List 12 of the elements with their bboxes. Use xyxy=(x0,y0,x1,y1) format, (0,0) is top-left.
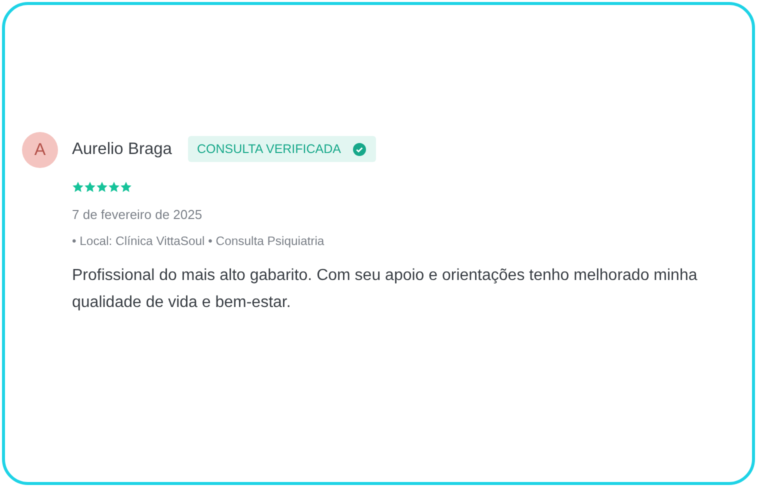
badge-label: CONSULTA VERIFICADA xyxy=(196,142,341,156)
star-icon xyxy=(120,181,132,193)
star-icon xyxy=(96,181,108,193)
check-circle-icon xyxy=(353,142,366,156)
star-icon xyxy=(84,181,96,193)
review-text: Profissional do mais alto gabarito. Com seu apoio e orientações tenho melhorado minha qualidade de vida e bem-estar. xyxy=(72,266,698,313)
star-icon xyxy=(72,181,84,193)
author-name: Aurelio Braga xyxy=(72,140,172,158)
review-details: • Local: Clínica VittaSoul • Consulta Psiquiatria xyxy=(72,234,326,248)
star-icon xyxy=(108,181,120,193)
avatar: A xyxy=(22,132,58,168)
review-date: 7 de fevereiro de 2025 xyxy=(72,207,204,222)
